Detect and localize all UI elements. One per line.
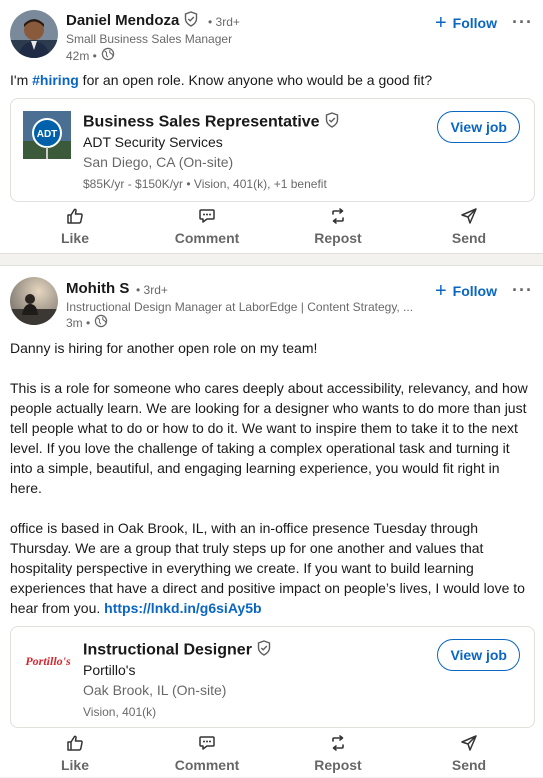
post-timestamp: 42m • bbox=[66, 47, 115, 64]
repost-icon bbox=[293, 734, 383, 756]
globe-icon bbox=[94, 314, 108, 331]
avatar[interactable] bbox=[10, 277, 58, 325]
comment-label[interactable]: Comment bbox=[162, 230, 252, 246]
comment-button[interactable]: Comment bbox=[162, 207, 252, 251]
job-card[interactable]: ADT Business Sales Representative ADT Se… bbox=[10, 98, 535, 202]
send-button[interactable]: Send bbox=[424, 734, 514, 778]
author-name[interactable]: Mohith S bbox=[66, 280, 129, 297]
portillos-logo-text: Portillo's bbox=[25, 654, 71, 668]
social-actions: Like Comment Repost Send bbox=[0, 207, 543, 251]
like-icon bbox=[30, 734, 120, 756]
post-text: for an open role. Know anyone who would … bbox=[78, 72, 433, 88]
view-job-button[interactable]: View job bbox=[437, 639, 520, 671]
view-job-button[interactable]: View job bbox=[437, 111, 520, 143]
author-name-text[interactable]: Daniel Mendoza bbox=[66, 12, 179, 29]
author-headline: Instructional Design Manager at LaborEdg… bbox=[66, 300, 414, 314]
comment-label[interactable]: Comment bbox=[162, 757, 252, 773]
plus-icon: + bbox=[434, 280, 447, 302]
like-label[interactable]: Like bbox=[30, 757, 120, 773]
follow-button[interactable]: + Follow bbox=[435, 13, 497, 33]
post-paragraph: This is a role for someone who cares dee… bbox=[10, 380, 528, 496]
job-benefits: Vision, 401(k) bbox=[83, 705, 157, 719]
comment-icon bbox=[162, 734, 252, 756]
comment-icon bbox=[162, 207, 252, 229]
send-icon bbox=[424, 734, 514, 756]
timestamp-text: 42m • bbox=[66, 48, 97, 63]
repost-button[interactable]: Repost bbox=[293, 207, 383, 251]
globe-icon bbox=[101, 47, 115, 64]
send-label[interactable]: Send bbox=[424, 757, 514, 773]
like-label[interactable]: Like bbox=[30, 230, 120, 246]
verified-icon bbox=[183, 11, 199, 31]
timestamp-text: 3m • bbox=[66, 315, 91, 330]
comment-button[interactable]: Comment bbox=[162, 734, 252, 778]
follow-label[interactable]: Follow bbox=[453, 15, 497, 31]
post-body: Danny is hiring for another open role on… bbox=[10, 338, 529, 618]
send-button[interactable]: Send bbox=[424, 207, 514, 251]
job-company: Portillo's bbox=[83, 662, 136, 678]
send-label[interactable]: Send bbox=[424, 230, 514, 246]
more-options-button[interactable]: ··· bbox=[512, 12, 533, 33]
more-options-button[interactable]: ··· bbox=[512, 280, 533, 301]
connection-degree: • 3rd+ bbox=[136, 283, 168, 297]
job-company: ADT Security Services bbox=[83, 134, 223, 150]
author-name-text[interactable]: Mohith S bbox=[66, 280, 129, 297]
verified-icon bbox=[256, 640, 272, 661]
like-icon bbox=[30, 207, 120, 229]
feed-post-mohith: Mohith S • 3rd+ Instructional Design Man… bbox=[0, 265, 543, 777]
job-title[interactable]: Instructional Designer bbox=[83, 640, 272, 661]
connection-degree: • 3rd+ bbox=[208, 15, 240, 29]
verified-icon bbox=[324, 112, 340, 133]
hashtag-link[interactable]: #hiring bbox=[32, 72, 79, 88]
post-timestamp: 3m • bbox=[66, 314, 108, 331]
job-location: Oak Brook, IL (On-site) bbox=[83, 682, 227, 698]
job-card[interactable]: Portillo's Instructional Designer Portil… bbox=[10, 626, 535, 728]
adt-logo-text: ADT bbox=[37, 129, 58, 140]
repost-label[interactable]: Repost bbox=[293, 230, 383, 246]
like-button[interactable]: Like bbox=[30, 207, 120, 251]
job-title-text[interactable]: Instructional Designer bbox=[83, 642, 252, 659]
repost-label[interactable]: Repost bbox=[293, 757, 383, 773]
repost-button[interactable]: Repost bbox=[293, 734, 383, 778]
social-actions: Like Comment Repost Send bbox=[0, 734, 543, 778]
feed-post-daniel: Daniel Mendoza • 3rd+ Small Business Sal… bbox=[0, 0, 543, 254]
follow-label[interactable]: Follow bbox=[453, 283, 497, 299]
short-link[interactable]: https://lnkd.in/g6siAy5b bbox=[104, 600, 261, 616]
author-name[interactable]: Daniel Mendoza bbox=[66, 11, 199, 31]
post-text: I'm bbox=[10, 72, 33, 88]
avatar[interactable] bbox=[10, 10, 58, 58]
repost-icon bbox=[293, 207, 383, 229]
post-paragraph-text: office is based in Oak Brook, IL, with a… bbox=[10, 520, 525, 616]
follow-button[interactable]: + Follow bbox=[435, 281, 497, 301]
job-location: San Diego, CA (On-site) bbox=[83, 154, 234, 170]
plus-icon: + bbox=[434, 12, 447, 34]
post-body: I'm #hiring for an open role. Know anyon… bbox=[10, 70, 529, 90]
post-paragraph: Danny is hiring for another open role on… bbox=[10, 340, 318, 356]
author-headline: Small Business Sales Manager bbox=[66, 32, 233, 46]
job-title-text[interactable]: Business Sales Representative bbox=[83, 114, 320, 131]
like-button[interactable]: Like bbox=[30, 734, 120, 778]
adt-logo: ADT bbox=[23, 111, 71, 159]
job-title[interactable]: Business Sales Representative bbox=[83, 112, 340, 133]
post-paragraph: office is based in Oak Brook, IL, with a… bbox=[10, 518, 529, 618]
job-benefits: $85K/yr - $150K/yr • Vision, 401(k), +1 … bbox=[83, 177, 327, 191]
send-icon bbox=[424, 207, 514, 229]
portillos-logo: Portillo's bbox=[23, 649, 73, 697]
